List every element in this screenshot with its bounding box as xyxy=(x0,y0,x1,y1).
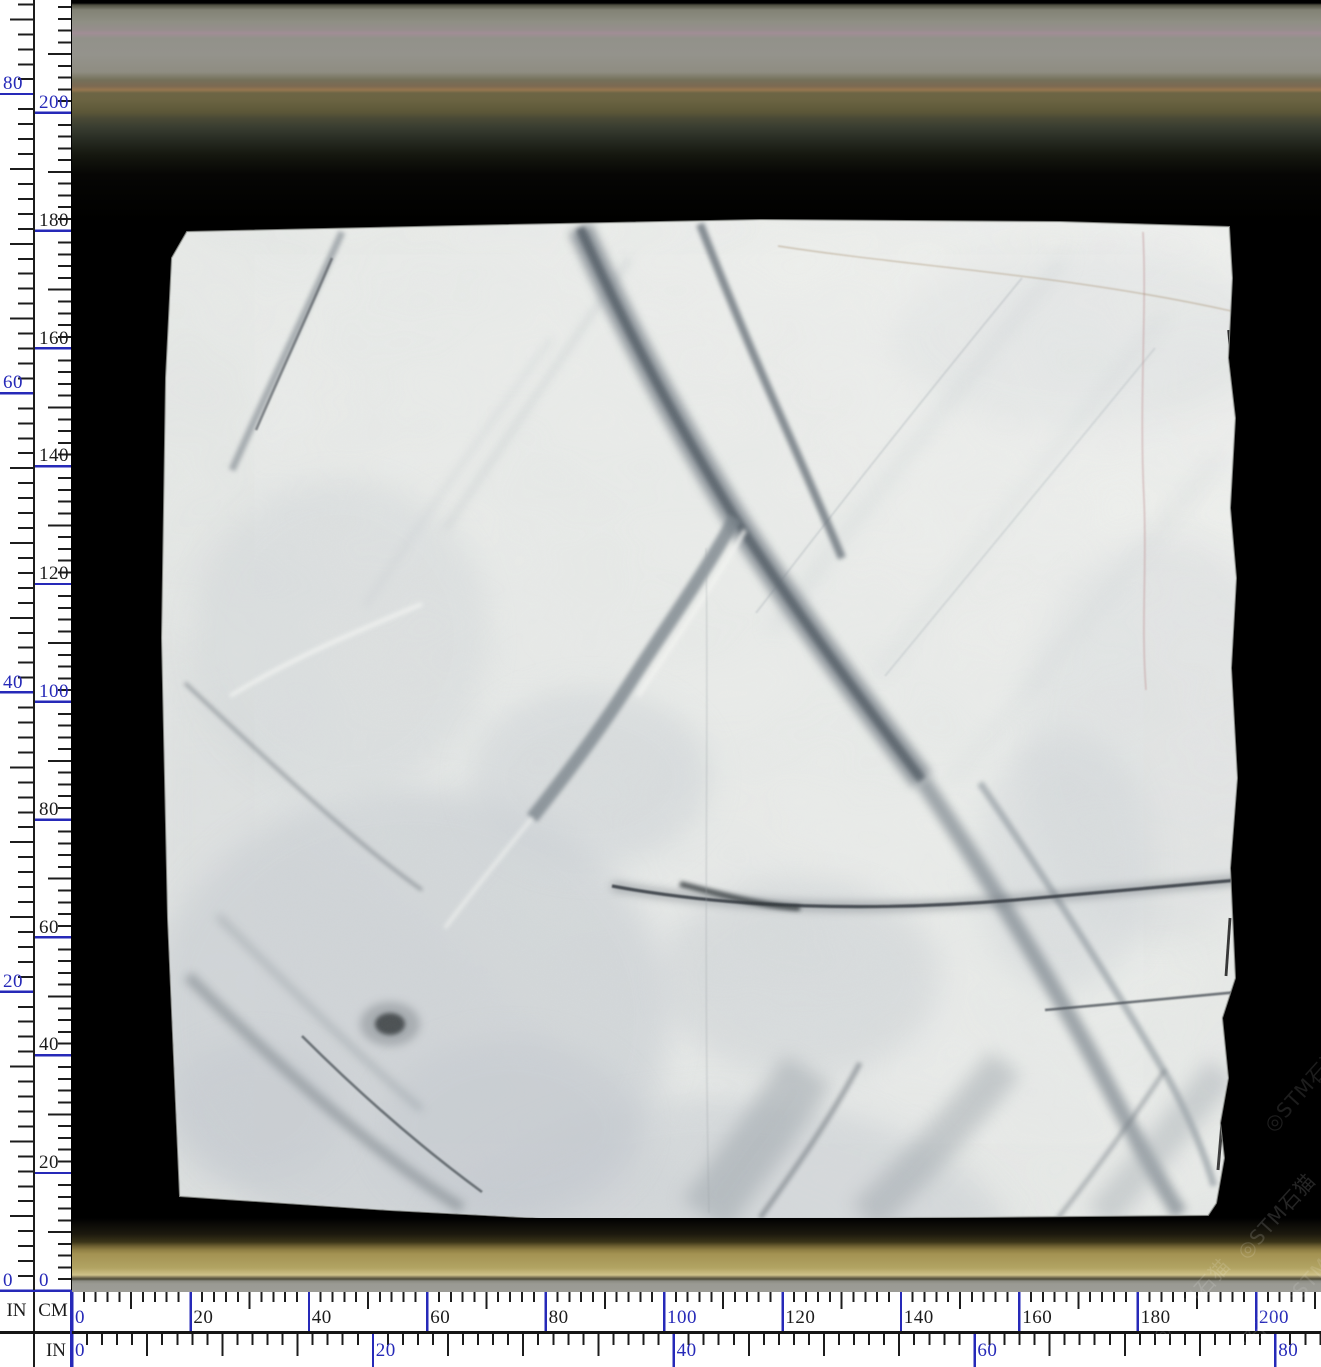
marble-slab-image xyxy=(160,218,1238,1218)
ruler-label-h_cm-0: 0 xyxy=(75,1307,85,1329)
ruler-label-v_cm-120: 120 xyxy=(39,563,69,585)
ruler-label-h_cm-100: 100 xyxy=(667,1307,697,1329)
ruler-label-h_in-60: 60 xyxy=(977,1340,997,1362)
ruler-label-v_cm-100: 100 xyxy=(39,681,69,703)
ruler-label-v_cm-160: 160 xyxy=(39,328,69,350)
ruler-label-h_in-80: 80 xyxy=(1278,1340,1298,1362)
vertical-cm-ruler xyxy=(35,0,71,1292)
ruler-label-v_in-60: 60 xyxy=(3,372,23,394)
ruler-label-v_in-80: 80 xyxy=(3,73,23,95)
ruler-label-v_cm-140: 140 xyxy=(39,445,69,467)
ruler-label-h_cm-20: 20 xyxy=(193,1307,213,1329)
ruler-label-h_cm-80: 80 xyxy=(549,1307,569,1329)
ruler-label-v_cm-0: 0 xyxy=(39,1270,49,1292)
ruler-label-h_cm-160: 160 xyxy=(1022,1307,1052,1329)
ruler-label-v_in-20: 20 xyxy=(3,971,23,993)
ruler-label-h_in-0: 0 xyxy=(75,1340,85,1362)
slab-scan-canvas: IN CM IN 2001801601401201008060402008060… xyxy=(0,0,1321,1367)
ruler-strip-divider xyxy=(0,1331,1321,1334)
ruler-label-v_cm-20: 20 xyxy=(39,1152,59,1174)
ruler-label-v_cm-40: 40 xyxy=(39,1034,59,1056)
brand-watermark: ◎STM石猫 xyxy=(1256,1039,1321,1137)
ruler-label-v_in-40: 40 xyxy=(3,672,23,694)
ruler-label-v_cm-180: 180 xyxy=(39,210,69,232)
ruler-label-v_in-0: 0 xyxy=(3,1270,13,1292)
corner-unit-label-in-bottom: IN xyxy=(0,1334,71,1367)
corner-unit-label-cm: CM xyxy=(35,1292,71,1331)
corner-unit-label-in: IN xyxy=(0,1292,33,1331)
ruler-label-h_cm-40: 40 xyxy=(312,1307,332,1329)
ruler-label-h_cm-120: 120 xyxy=(785,1307,815,1329)
ruler-label-h_in-20: 20 xyxy=(376,1340,396,1362)
scanner-artifact-band-bottom xyxy=(72,1218,1321,1292)
ruler-label-h_cm-140: 140 xyxy=(904,1307,934,1329)
ruler-label-v_cm-60: 60 xyxy=(39,917,59,939)
ruler-label-h_cm-60: 60 xyxy=(430,1307,450,1329)
ruler-label-v_cm-80: 80 xyxy=(39,799,59,821)
ruler-label-h_in-40: 40 xyxy=(677,1340,697,1362)
zero-line-vertical xyxy=(70,1290,72,1367)
scanner-artifact-band-top xyxy=(72,0,1321,220)
ruler-column-divider xyxy=(33,0,35,1367)
vertical-inch-ruler xyxy=(0,0,33,1292)
ruler-label-v_cm-200: 200 xyxy=(39,92,69,114)
